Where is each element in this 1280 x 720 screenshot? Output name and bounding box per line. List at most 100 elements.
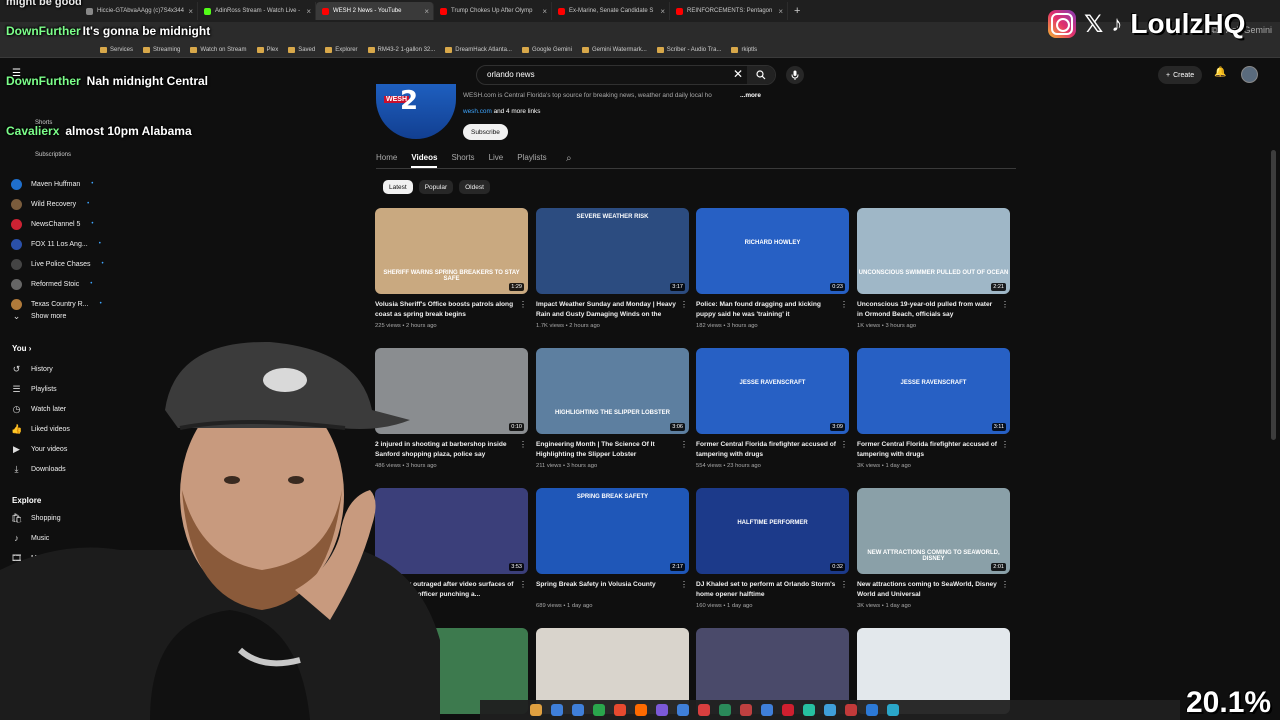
tab-close-icon[interactable]: × — [542, 7, 547, 16]
taskbar-app-icon[interactable] — [740, 704, 752, 716]
more-actions-icon[interactable]: ⋮ — [840, 440, 848, 449]
video-thumbnail[interactable]: SHERIFF WARNS SPRING BREAKERS TO STAY SA… — [375, 208, 528, 294]
browser-tab[interactable]: Hiccie-GTAbvaAAgg (c)7S4x344 × — [80, 2, 198, 20]
more-actions-icon[interactable]: ⋮ — [1001, 580, 1009, 589]
more-actions-icon[interactable]: ⋮ — [519, 580, 527, 589]
channel-description[interactable]: WESH.com is Central Florida's top source… — [463, 92, 753, 99]
more-actions-icon[interactable]: ⋮ — [1001, 440, 1009, 449]
sidebar-subscription-item[interactable]: NewsChannel 5 • — [11, 216, 94, 232]
voice-search-button[interactable] — [786, 66, 804, 84]
bookmark-item[interactable]: Streaming — [143, 46, 180, 53]
video-title[interactable]: DJ Khaled set to perform at Orlando Stor… — [696, 580, 836, 600]
taskbar-app-icon[interactable] — [845, 704, 857, 716]
bookmark-item[interactable]: Plex — [256, 46, 278, 53]
video-thumbnail[interactable]: HALFTIME PERFORMER 0:32 — [696, 488, 849, 574]
bookmark-item[interactable]: RM43-2 1-gallon 32... — [367, 46, 435, 53]
video-card[interactable]: RICHARD HOWLEY 0:23 Police: Man found drag… — [696, 208, 849, 329]
taskbar-app-icon[interactable] — [866, 704, 878, 716]
video-title[interactable]: Impact Weather Sunday and Monday | Heavy… — [536, 300, 676, 320]
search-box[interactable]: orlando news ✕ — [476, 65, 776, 85]
video-card[interactable]: NEW ATTRACTIONS COMING TO SEAWORLD, DISN… — [857, 488, 1010, 609]
tab-home[interactable]: Home — [376, 153, 397, 168]
channel-links[interactable]: wesh.com and 4 more links — [463, 108, 540, 115]
channel-logo[interactable]: WESH 2 — [376, 84, 456, 139]
video-thumbnail[interactable]: JESSE RAVENSCRAFT 3:09 — [696, 348, 849, 434]
video-title[interactable]: Former Central Florida firefighter accus… — [857, 440, 997, 460]
tab-playlists[interactable]: Playlists — [517, 153, 546, 168]
subscribe-button[interactable]: Subscribe — [463, 124, 508, 140]
tab-close-icon[interactable]: × — [306, 7, 311, 16]
more-actions-icon[interactable]: ⋮ — [680, 440, 688, 449]
video-card[interactable]: JESSE RAVENSCRAFT 3:11 Former Central Flor… — [857, 348, 1010, 469]
taskbar-app-icon[interactable] — [530, 704, 542, 716]
tab-videos[interactable]: Videos — [411, 153, 438, 168]
video-card[interactable]: UNCONSCIOUS SWIMMER PULLED OUT OF OCEAN 2… — [857, 208, 1010, 329]
video-card[interactable]: JESSE RAVENSCRAFT 3:09 Former Central Flor… — [696, 348, 849, 469]
more-actions-icon[interactable]: ⋮ — [840, 580, 848, 589]
chip-popular[interactable]: Popular — [418, 180, 454, 194]
video-title[interactable]: Former Central Florida firefighter accus… — [696, 440, 836, 460]
bookmark-item[interactable]: Google Gemini — [521, 46, 572, 53]
browser-tab[interactable]: Trump Chokes Up After Olymp × — [434, 2, 552, 20]
more-actions-icon[interactable]: ⋮ — [519, 300, 527, 309]
video-thumbnail[interactable]: UNCONSCIOUS SWIMMER PULLED OUT OF OCEAN 2… — [857, 208, 1010, 294]
more-actions-icon[interactable]: ⋮ — [519, 440, 527, 449]
video-title[interactable]: Unconscious 19-year-old pulled from wate… — [857, 300, 997, 320]
taskbar-app-icon[interactable] — [887, 704, 899, 716]
clear-search-icon[interactable]: ✕ — [733, 67, 743, 81]
notifications-bell-icon[interactable]: 🔔 — [1214, 67, 1226, 78]
taskbar-app-icon[interactable] — [698, 704, 710, 716]
video-title[interactable]: Spring Break Safety in Volusia County — [536, 580, 676, 600]
taskbar-app-icon[interactable] — [719, 704, 731, 716]
tab-shorts[interactable]: Shorts — [451, 153, 474, 168]
search-input[interactable]: orlando news — [487, 70, 535, 79]
page-scrollbar[interactable] — [1271, 150, 1276, 440]
taskbar-app-icon[interactable] — [614, 704, 626, 716]
video-thumbnail[interactable]: SEVERE WEATHER RISK 3:17 — [536, 208, 689, 294]
bookmark-item[interactable]: Saved — [288, 46, 315, 53]
more-actions-icon[interactable]: ⋮ — [680, 580, 688, 589]
sidebar-subscription-item[interactable]: Wild Recovery • — [11, 196, 89, 212]
video-card[interactable]: HALFTIME PERFORMER 0:32 DJ Khaled set to p… — [696, 488, 849, 609]
browser-tab[interactable]: WESH 2 News - YouTube × — [316, 2, 434, 20]
bookmark-item[interactable]: Gemini Watermark... — [581, 46, 647, 53]
tab-close-icon[interactable]: × — [188, 7, 193, 16]
video-title[interactable]: Engineering Month | The Science Of It Hi… — [536, 440, 676, 460]
sidebar-subscription-item[interactable]: Reformed Stoic • — [11, 276, 92, 292]
video-title[interactable]: New attractions coming to SeaWorld, Disn… — [857, 580, 997, 600]
search-button[interactable] — [747, 66, 775, 84]
browser-tab[interactable]: REINFORCEMENTS: Pentagon × — [670, 2, 788, 20]
video-card[interactable]: SHERIFF WARNS SPRING BREAKERS TO STAY SA… — [375, 208, 528, 329]
video-card[interactable]: SPRING BREAK SAFETY 2:17 Spring Break Safe… — [536, 488, 689, 609]
channel-search-icon[interactable]: ⌕ — [566, 153, 572, 164]
video-title[interactable]: Volusia Sheriff's Office boosts patrols … — [375, 300, 515, 320]
video-card[interactable]: SEVERE WEATHER RISK 3:17 Impact Weather Su… — [536, 208, 689, 329]
video-thumbnail[interactable]: NEW ATTRACTIONS COMING TO SEAWORLD, DISN… — [857, 488, 1010, 574]
new-tab-button[interactable]: + — [794, 5, 800, 17]
taskbar-app-icon[interactable] — [635, 704, 647, 716]
sidebar-subscription-item[interactable]: Maven Huffman • — [11, 176, 93, 192]
taskbar-app-icon[interactable] — [761, 704, 773, 716]
chip-oldest[interactable]: Oldest — [459, 180, 490, 194]
bookmark-item[interactable]: rkiptls — [731, 46, 757, 53]
taskbar-app-icon[interactable] — [782, 704, 794, 716]
sidebar-subscription-item[interactable]: FOX 11 Los Ang... • — [11, 236, 101, 252]
taskbar-app-icon[interactable] — [824, 704, 836, 716]
bookmark-item[interactable]: Explorer — [325, 46, 358, 53]
more-actions-icon[interactable]: ⋮ — [840, 300, 848, 309]
description-more-link[interactable]: ...more — [740, 92, 761, 99]
sidebar-subscriptions-label[interactable]: Subscriptions — [35, 152, 71, 158]
taskbar-app-icon[interactable] — [572, 704, 584, 716]
channel-more-links[interactable]: and 4 more links — [494, 108, 541, 115]
chip-latest[interactable]: Latest — [383, 180, 413, 194]
tab-close-icon[interactable]: × — [424, 7, 429, 16]
channel-website-link[interactable]: wesh.com — [463, 108, 492, 115]
tab-close-icon[interactable]: × — [778, 7, 783, 16]
bookmark-item[interactable]: Scriber - Audio Tra... — [656, 46, 721, 53]
taskbar-app-icon[interactable] — [551, 704, 563, 716]
video-card[interactable]: HIGHLIGHTING THE SLIPPER LOBSTER 3:06 Engi… — [536, 348, 689, 469]
account-avatar[interactable] — [1241, 66, 1258, 83]
video-thumbnail[interactable]: RICHARD HOWLEY 0:23 — [696, 208, 849, 294]
create-button[interactable]: + Create — [1158, 66, 1203, 84]
bookmark-item[interactable]: Services — [100, 46, 133, 53]
